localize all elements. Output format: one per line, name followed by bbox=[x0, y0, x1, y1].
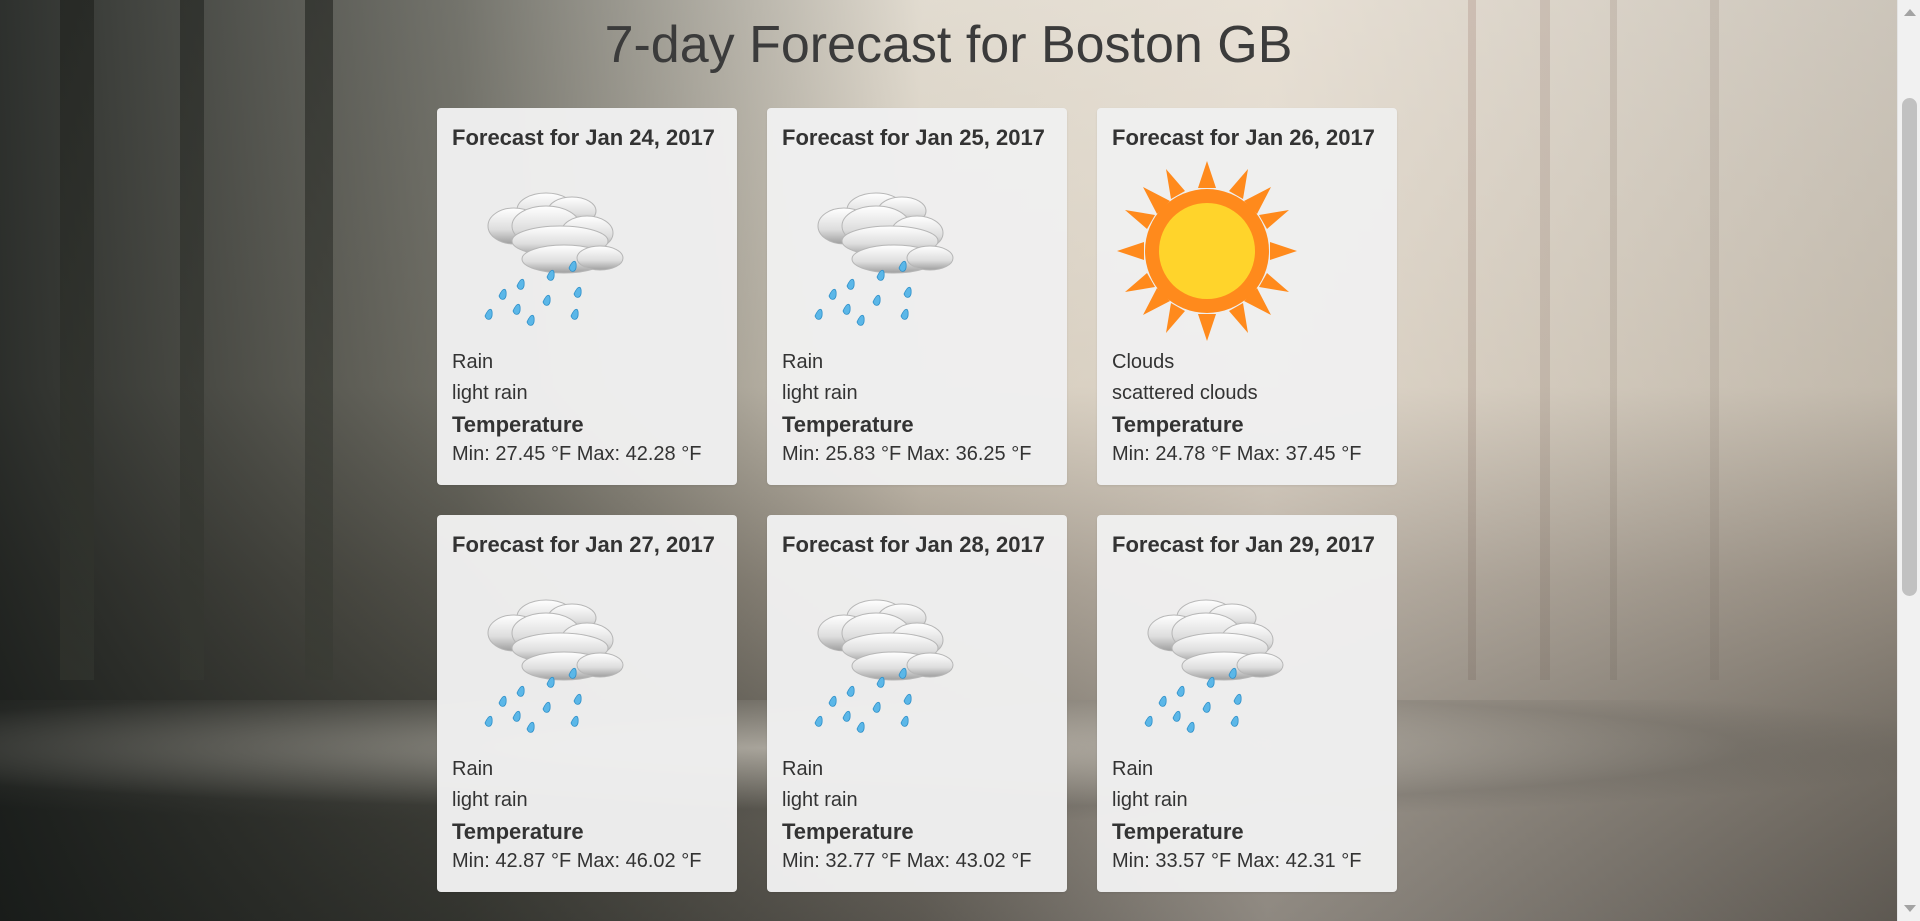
forecast-description: light rain bbox=[782, 382, 858, 404]
temperature-range: Min: 32.77 °F Max: 43.02 °F bbox=[782, 850, 1032, 872]
rain-cloud-icon bbox=[452, 563, 642, 753]
forecast-date: Forecast for Jan 25, 2017 bbox=[782, 125, 1045, 150]
forecast-main: Rain bbox=[1112, 758, 1154, 780]
forecast-page: 7-day Forecast for Boston GB Forecast fo… bbox=[0, 0, 1897, 921]
forecast-card: Forecast for Jan 28, 2017 Rain light rai… bbox=[767, 515, 1067, 892]
rain-cloud-icon bbox=[782, 156, 972, 346]
forecast-card: Forecast for Jan 27, 2017 Rain light rai… bbox=[437, 515, 737, 892]
rain-cloud-icon bbox=[782, 563, 972, 753]
scroll-up-arrow-icon[interactable] bbox=[1904, 9, 1916, 16]
temperature-label: Temperature bbox=[782, 819, 914, 844]
scrollbar-thumb[interactable] bbox=[1902, 98, 1917, 596]
forecast-main: Rain bbox=[782, 758, 824, 780]
temperature-range: Min: 33.57 °F Max: 42.31 °F bbox=[1112, 850, 1362, 872]
forecast-card: Forecast for Jan 25, 2017 Rain light rai… bbox=[767, 108, 1067, 485]
forecast-main: Clouds bbox=[1112, 351, 1175, 373]
forecast-grid: Forecast for Jan 24, 2017 Rain light rai… bbox=[437, 108, 1399, 892]
forecast-card: Forecast for Jan 26, 2017 Clouds scatter… bbox=[1097, 108, 1397, 485]
temperature-label: Temperature bbox=[782, 412, 914, 437]
page-title: 7-day Forecast for Boston GB bbox=[604, 16, 1293, 74]
forecast-date: Forecast for Jan 26, 2017 bbox=[1112, 125, 1375, 150]
vertical-scrollbar[interactable] bbox=[1897, 0, 1920, 921]
temperature-range: Min: 25.83 °F Max: 36.25 °F bbox=[782, 443, 1032, 465]
forecast-main: Rain bbox=[782, 351, 824, 373]
scroll-down-arrow-icon[interactable] bbox=[1904, 905, 1916, 912]
temperature-label: Temperature bbox=[1112, 412, 1244, 437]
temperature-range: Min: 24.78 °F Max: 37.45 °F bbox=[1112, 443, 1362, 465]
temperature-range: Min: 27.45 °F Max: 42.28 °F bbox=[452, 443, 702, 465]
rain-cloud-icon bbox=[452, 156, 642, 346]
temperature-label: Temperature bbox=[452, 819, 584, 844]
forecast-description: light rain bbox=[782, 789, 858, 811]
forecast-description: light rain bbox=[452, 382, 528, 404]
forecast-card: Forecast for Jan 24, 2017 Rain light rai… bbox=[437, 108, 737, 485]
forecast-date: Forecast for Jan 28, 2017 bbox=[782, 532, 1045, 557]
forecast-card: Forecast for Jan 29, 2017 Rain light rai… bbox=[1097, 515, 1397, 892]
temperature-range: Min: 42.87 °F Max: 46.02 °F bbox=[452, 850, 702, 872]
forecast-main: Rain bbox=[452, 351, 494, 373]
sun-icon bbox=[1112, 156, 1302, 346]
forecast-main: Rain bbox=[452, 758, 494, 780]
forecast-date: Forecast for Jan 27, 2017 bbox=[452, 532, 715, 557]
rain-cloud-icon bbox=[1112, 563, 1302, 753]
forecast-date: Forecast for Jan 29, 2017 bbox=[1112, 532, 1375, 557]
forecast-date: Forecast for Jan 24, 2017 bbox=[452, 125, 715, 150]
temperature-label: Temperature bbox=[1112, 819, 1244, 844]
forecast-description: scattered clouds bbox=[1112, 382, 1258, 404]
forecast-description: light rain bbox=[452, 789, 528, 811]
temperature-label: Temperature bbox=[452, 412, 584, 437]
forecast-description: light rain bbox=[1112, 789, 1188, 811]
